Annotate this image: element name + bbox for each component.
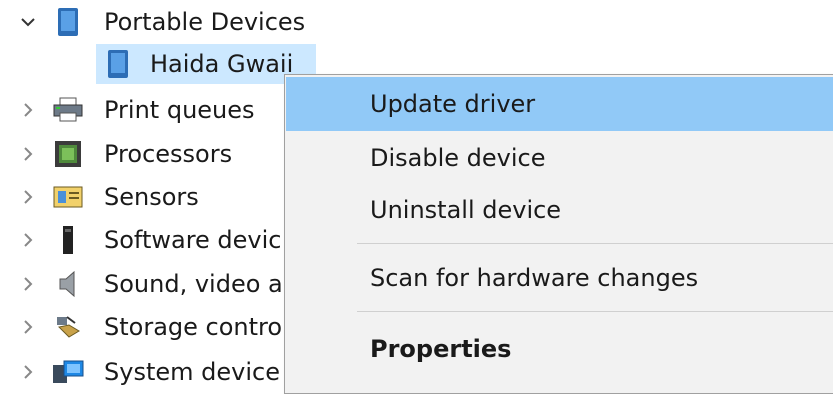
chevron-right-icon[interactable] xyxy=(16,360,40,384)
chevron-right-icon[interactable] xyxy=(16,228,40,252)
tree-item-label: Print queues xyxy=(104,96,255,124)
tree-item-label: Haida Gwaii xyxy=(150,50,294,78)
chevron-right-icon[interactable] xyxy=(16,272,40,296)
chevron-right-icon[interactable] xyxy=(16,142,40,166)
menu-item-label: Update driver xyxy=(370,90,536,118)
menu-separator xyxy=(357,311,833,312)
system-device-icon xyxy=(52,356,84,388)
tree-item-label: System device xyxy=(104,358,280,386)
menu-item-update-driver[interactable]: Update driver xyxy=(286,77,833,131)
menu-item-properties[interactable]: Properties xyxy=(286,322,833,376)
chevron-right-icon[interactable] xyxy=(16,315,40,339)
menu-separator xyxy=(357,243,833,244)
software-device-icon xyxy=(52,224,84,256)
menu-item-label: Scan for hardware changes xyxy=(370,264,699,292)
speaker-icon xyxy=(52,268,84,300)
menu-item-label: Uninstall device xyxy=(370,196,562,224)
tree-item-label: Processors xyxy=(104,140,233,168)
menu-item-scan-hardware[interactable]: Scan for hardware changes xyxy=(286,251,833,305)
tree-item-label: Sensors xyxy=(104,183,199,211)
portable-device-icon xyxy=(102,48,134,80)
tree-item-label: Sound, video a xyxy=(104,270,283,298)
tree-item-label: Software devic xyxy=(104,226,282,254)
context-menu: Update driver Disable device Uninstall d… xyxy=(284,74,833,394)
printer-icon xyxy=(52,94,84,126)
menu-item-disable-device[interactable]: Disable device xyxy=(286,131,833,185)
tree-item-label: Storage contro xyxy=(104,313,283,341)
processor-icon xyxy=(52,138,84,170)
menu-item-uninstall-device[interactable]: Uninstall device xyxy=(286,183,833,237)
chevron-right-icon[interactable] xyxy=(16,98,40,122)
chevron-right-icon[interactable] xyxy=(16,185,40,209)
sensor-icon xyxy=(52,181,84,213)
tree-item-label: Portable Devices xyxy=(104,8,306,36)
storage-controller-icon xyxy=(52,311,84,343)
menu-item-label: Properties xyxy=(370,335,512,363)
tree-item-haida-gwaii[interactable]: Haida Gwaii xyxy=(0,44,320,84)
menu-item-label: Disable device xyxy=(370,144,546,172)
portable-device-icon xyxy=(52,6,84,38)
chevron-down-icon[interactable] xyxy=(16,10,40,34)
